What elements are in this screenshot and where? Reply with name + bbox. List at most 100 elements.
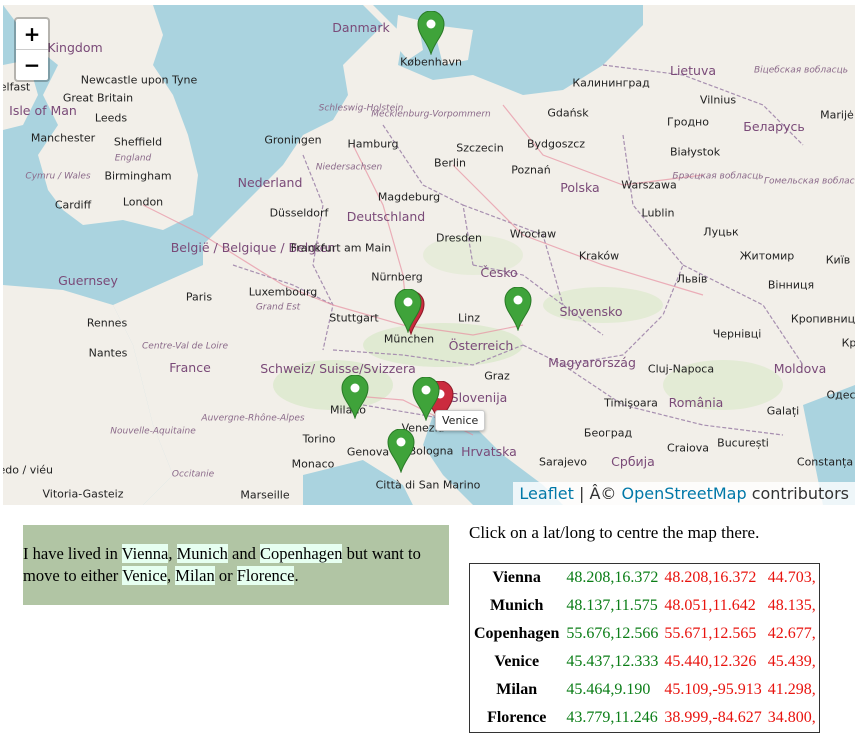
map-label-newcastle: Newcastle upon Tyne (80, 73, 198, 87)
bio-text: and (227, 544, 260, 563)
map-label-lutsk: Луцьк (703, 225, 739, 239)
coord-link-geocoded[interactable]: 45.109,-95.913 (661, 676, 764, 704)
map-label-genova: Genova (346, 445, 390, 459)
map-label-marijampole: Marijė (820, 108, 854, 122)
map-label-warszawa: Warszawa (621, 178, 677, 192)
coord-link-geocoded[interactable]: 48.051,11.642 (661, 592, 764, 620)
marker-vienna[interactable] (504, 287, 532, 331)
map-label-belarus: Беларусь (743, 118, 805, 134)
map-attribution: Leaflet | Â© OpenStreetMap contributors (513, 482, 855, 505)
map-label-nederland: Nederland (237, 174, 303, 190)
map[interactable]: Kingdom Great Britain Isle of Man elfast New… (3, 5, 855, 505)
coord-link-alt[interactable]: 41.298, (765, 676, 820, 704)
map-label-kingdom: Kingdom (47, 39, 103, 55)
map-label-france: France (169, 359, 211, 375)
map-label-leeds: Leeds (94, 111, 128, 125)
map-label-vilnius: Vilnius (699, 93, 737, 107)
map-label-linz: Linz (458, 311, 480, 325)
coord-link-actual[interactable]: 48.137,11.575 (563, 592, 661, 620)
map-label-polska: Polska (560, 179, 600, 195)
map-label-paris: Paris (185, 290, 213, 304)
city-link-milan[interactable]: Milan (175, 566, 215, 585)
zoom-control: + − (14, 17, 50, 82)
table-row: Copenhagen 55.676,12.566 55.671,12.565 42.6… (470, 620, 820, 648)
map-label-occitanie: Occitanie (171, 469, 215, 480)
map-label-nouvelle: Nouvelle-Aquitaine (110, 426, 196, 437)
map-label-manchester: Manchester (30, 131, 96, 145)
map-label-centre: Centre-Val de Loire (141, 341, 229, 352)
marker-milan[interactable] (341, 375, 369, 419)
marker-tooltip: Venice (435, 410, 486, 431)
map-label-berlin: Berlin (434, 156, 466, 170)
map-label-rennes: Rennes (86, 316, 128, 330)
coord-link-actual[interactable]: 43.779,11.246 (563, 704, 661, 733)
table-row: Vienna 48.208,16.372 48.208,16.372 44.703, (470, 564, 820, 593)
map-label-sarajevo: Sarajevo (538, 455, 588, 469)
zoom-in-button[interactable]: + (16, 19, 48, 49)
map-label-magdeburg: Magdeburg (377, 190, 441, 204)
map-label-wroclaw: Wrocław (509, 227, 557, 241)
map-label-sheffield: Sheffield (113, 135, 163, 149)
map-label-cluj: Cluj-Napoca (647, 362, 715, 376)
map-label-poznan: Poznań (511, 163, 551, 177)
map-label-lublin: Lublin (641, 206, 675, 220)
map-label-kyiv: Київ (825, 253, 851, 267)
map-label-dusseldorf: Düsseldorf (269, 206, 329, 220)
map-label-magyarorszag: Magyarország (548, 354, 636, 370)
city-link-venice[interactable]: Venice (122, 566, 168, 585)
map-label-odesa: Одес (826, 388, 855, 402)
coord-link-actual[interactable]: 45.437,12.333 (563, 648, 661, 676)
map-label-england: England (114, 153, 152, 164)
coord-link-geocoded[interactable]: 38.999,-84.627 (661, 704, 764, 733)
map-label-frankfurt: Frankfurt am Main (290, 241, 392, 255)
city-link-florence[interactable]: Florence (236, 566, 295, 585)
city-name: Vienna (492, 569, 541, 586)
map-label-craiova: Craiova (667, 441, 709, 455)
osm-link[interactable]: OpenStreetMap (621, 484, 746, 503)
marker-florence[interactable] (387, 429, 415, 473)
map-label-dresden: Dresden (436, 231, 482, 245)
zoom-out-button[interactable]: − (16, 49, 48, 80)
marker-munich[interactable] (394, 289, 422, 333)
leaflet-link[interactable]: Leaflet (519, 484, 573, 503)
map-label-vinnytsia: Вінниця (767, 278, 815, 292)
table-row: Florence 43.779,11.246 38.999,-84.627 34.80… (470, 704, 820, 733)
map-label-isle-of-man: Isle of Man (9, 102, 77, 118)
map-label-niedersachsen: Niedersachsen (315, 162, 383, 173)
map-label-schweiz: Schweiz/ Suisse/Svizzera (260, 360, 416, 376)
coord-link-alt[interactable]: 45.439, (765, 648, 820, 676)
coord-link-geocoded[interactable]: 55.671,12.565 (661, 620, 764, 648)
map-label-cardiff: Cardiff (54, 198, 92, 212)
coord-link-geocoded[interactable]: 48.208,16.372 (661, 564, 764, 593)
coord-link-alt[interactable]: 44.703, (765, 564, 820, 593)
coord-link-alt[interactable]: 34.800, (765, 704, 820, 733)
bio-text: . (294, 566, 299, 585)
map-label-luxembourg: Luxembourg (248, 285, 318, 299)
coord-link-alt[interactable]: 48.135, (765, 592, 820, 620)
coord-link-geocoded[interactable]: 45.440,12.326 (661, 648, 764, 676)
map-label-moldova: Moldova (773, 360, 827, 376)
coord-link-alt[interactable]: 42.677, (765, 620, 820, 648)
coord-link-actual[interactable]: 48.208,16.372 (563, 564, 661, 593)
map-label-guernsey: Guernsey (58, 272, 118, 288)
table-row: Munich 48.137,11.575 48.051,11.642 48.135, (470, 592, 820, 620)
bio-intro: I have lived in (23, 544, 122, 563)
city-link-vienna[interactable]: Vienna (121, 544, 169, 563)
city-link-copenhagen[interactable]: Copenhagen (260, 544, 343, 563)
map-label-srbija: Србија (611, 453, 655, 469)
map-label-mecklenburg: Mecklenburg-Vorpommern (371, 109, 491, 120)
map-label-nantes: Nantes (88, 346, 128, 360)
map-label-krakow: Kraków (578, 249, 620, 263)
city-link-munich[interactable]: Munich (176, 544, 228, 563)
map-label-romania: România (668, 394, 724, 410)
coord-link-actual[interactable]: 45.464,9.190 (563, 676, 661, 704)
map-label-chernivtsi: Чернівці (712, 327, 762, 341)
map-label-vitoria: Vitoria-Gasteiz (42, 487, 124, 501)
map-label-vitebsk: Віцебская вобласць (753, 65, 849, 76)
map-label-bologna: Bologna (408, 444, 454, 458)
coord-link-actual[interactable]: 55.676,12.566 (563, 620, 661, 648)
map-label-kp: Кр (841, 336, 855, 350)
map-label-beograd: Београд (583, 426, 633, 440)
city-name: Venice (494, 653, 540, 670)
marker-copenhagen[interactable] (417, 11, 445, 55)
